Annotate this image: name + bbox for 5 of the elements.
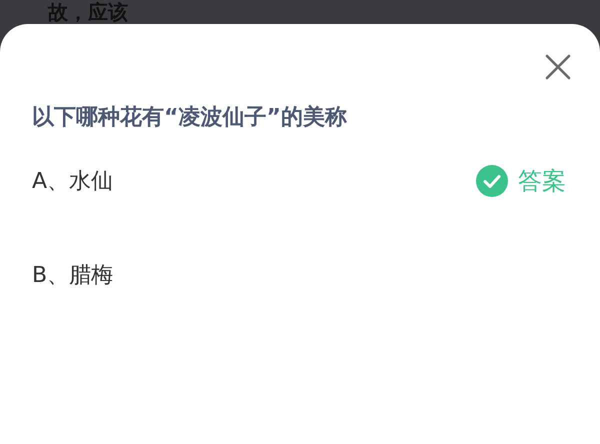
close-icon[interactable] bbox=[545, 54, 571, 80]
answer-label: 答案 bbox=[518, 166, 566, 197]
option-label[interactable]: B、腊梅 bbox=[32, 260, 114, 290]
question-text: 以下哪种花有“凌波仙子”的美称 bbox=[32, 104, 348, 132]
option-label[interactable]: A、水仙 bbox=[32, 166, 114, 196]
